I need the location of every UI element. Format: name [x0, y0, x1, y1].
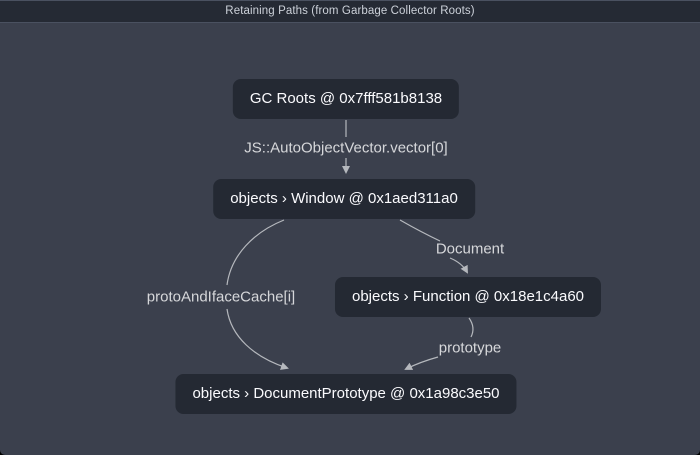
- edge-window-docproto-lower: [227, 309, 287, 368]
- edge-window-function-upper: [400, 220, 440, 241]
- edge-label-document: Document: [436, 241, 504, 258]
- edge-label-protoandifacecache: protoAndIfaceCache[i]: [147, 289, 295, 306]
- retaining-paths-panel: Retaining Paths (from Garbage Collector …: [0, 0, 700, 455]
- edge-label-autoobjectvector: JS::AutoObjectVector.vector[0]: [244, 140, 447, 157]
- node-function[interactable]: objects › Function @ 0x18e1c4a60: [335, 277, 601, 317]
- node-document-prototype[interactable]: objects › DocumentPrototype @ 0x1a98c3e5…: [175, 374, 516, 414]
- node-gc-roots[interactable]: GC Roots @ 0x7fff581b8138: [233, 79, 459, 119]
- edge-function-docproto-lower: [406, 357, 438, 369]
- node-window[interactable]: objects › Window @ 0x1aed311a0: [213, 179, 475, 219]
- edge-window-docproto-upper: [227, 220, 284, 285]
- edge-function-docproto-upper: [469, 318, 473, 337]
- edge-label-prototype: prototype: [439, 340, 502, 357]
- edge-window-function-lower: [450, 258, 467, 272]
